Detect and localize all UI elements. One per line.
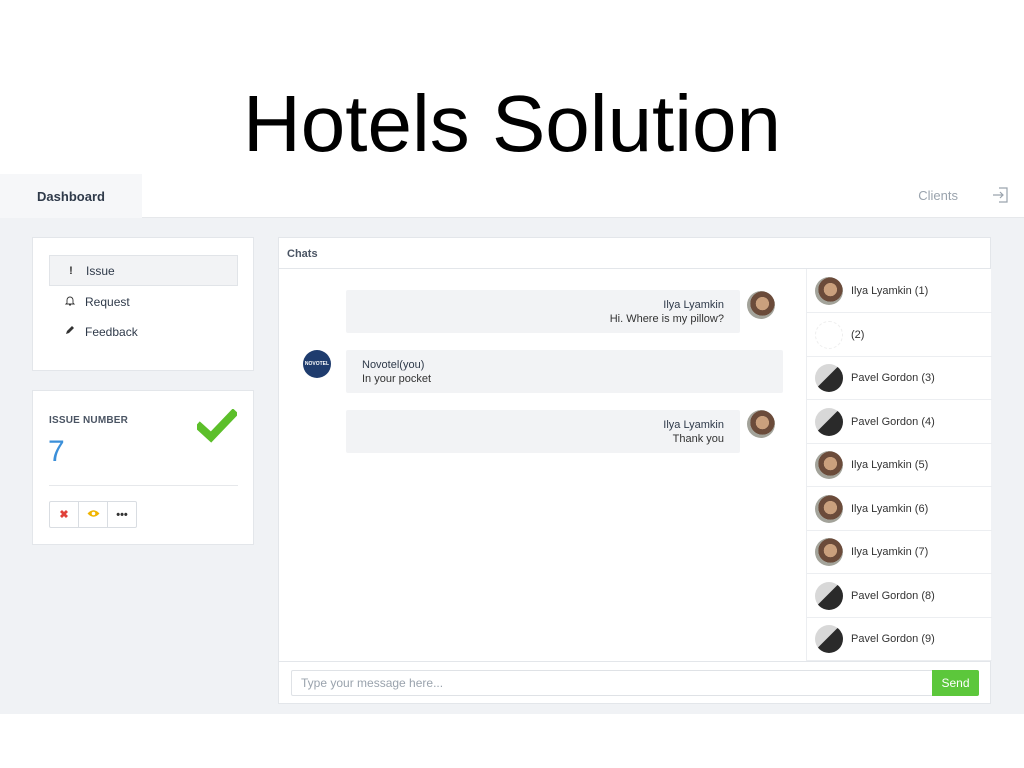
conversation-name: Ilya Lyamkin (6) bbox=[851, 502, 929, 515]
issue-number-value: 7 bbox=[48, 435, 65, 468]
message-text: Hi. Where is my pillow? bbox=[609, 313, 724, 325]
more-icon: ••• bbox=[116, 508, 128, 521]
bell-icon bbox=[63, 295, 77, 309]
list-item[interactable]: Ilya Lyamkin (5) bbox=[807, 443, 992, 487]
message-sender: Ilya Lyamkin bbox=[663, 419, 724, 431]
issue-actions: ✖ ••• bbox=[49, 501, 137, 528]
conversation-list: Ilya Lyamkin (1) (2) Pavel Gordon (3) Pa… bbox=[806, 269, 992, 661]
message-composer: Send bbox=[279, 661, 990, 703]
view-button[interactable] bbox=[78, 501, 108, 528]
close-button[interactable]: ✖ bbox=[49, 501, 79, 528]
chat-header: Chats bbox=[279, 238, 990, 269]
conversation-name: Pavel Gordon (9) bbox=[851, 632, 935, 645]
exclamation-icon: ! bbox=[69, 264, 73, 277]
chat-message: Novotel(you) In your pocket bbox=[346, 350, 783, 393]
pencil-icon bbox=[63, 325, 77, 338]
menu-item-label: Feedback bbox=[85, 324, 138, 339]
list-item[interactable]: Ilya Lyamkin (1) bbox=[807, 269, 992, 313]
avatar bbox=[747, 291, 775, 319]
avatar bbox=[815, 407, 843, 436]
checkmark-icon bbox=[194, 408, 239, 443]
logout-icon[interactable] bbox=[992, 186, 1010, 204]
avatar bbox=[747, 410, 775, 438]
avatar bbox=[815, 320, 843, 349]
chat-message: Ilya Lyamkin Hi. Where is my pillow? bbox=[346, 290, 740, 333]
list-item[interactable]: (2) bbox=[807, 313, 992, 357]
conversation-name: Pavel Gordon (8) bbox=[851, 589, 935, 602]
avatar bbox=[815, 494, 843, 523]
menu-item-label: Issue bbox=[86, 263, 115, 278]
avatar bbox=[815, 450, 843, 479]
list-item[interactable]: Pavel Gordon (4) bbox=[807, 400, 992, 444]
avatar bbox=[815, 624, 843, 653]
eye-icon bbox=[87, 509, 100, 521]
avatar bbox=[815, 537, 843, 566]
app-window: Dashboard Clients ! Issue Request Feedba… bbox=[0, 174, 1024, 714]
send-button[interactable]: Send bbox=[932, 670, 979, 696]
chat-message: Ilya Lyamkin Thank you bbox=[346, 410, 740, 453]
conversation-name: (2) bbox=[851, 328, 865, 341]
avatar bbox=[815, 276, 843, 305]
avatar bbox=[815, 581, 843, 610]
avatar bbox=[815, 363, 843, 392]
conversation-name: Ilya Lyamkin (7) bbox=[851, 545, 929, 558]
list-item[interactable]: Pavel Gordon (3) bbox=[807, 356, 992, 400]
message-text: In your pocket bbox=[362, 373, 432, 385]
menu-item-issue[interactable]: ! Issue bbox=[49, 255, 238, 286]
close-icon: ✖ bbox=[59, 509, 69, 521]
list-item[interactable]: Pavel Gordon (9) bbox=[807, 617, 992, 661]
issue-number-card: ISSUE NUMBER 7 ✖ ••• bbox=[32, 390, 254, 545]
list-item[interactable]: Pavel Gordon (8) bbox=[807, 574, 992, 618]
top-navbar: Dashboard Clients bbox=[0, 174, 1024, 218]
divider bbox=[49, 485, 238, 486]
conversation-name: Pavel Gordon (3) bbox=[851, 371, 935, 384]
menu-item-label: Request bbox=[85, 294, 130, 309]
chat-panel: Chats Ilya Lyamkin Hi. Where is my pillo… bbox=[278, 237, 992, 704]
conversation-name: Pavel Gordon (4) bbox=[851, 415, 935, 428]
message-sender: Novotel(you) bbox=[362, 359, 425, 371]
message-text: Thank you bbox=[672, 433, 724, 445]
menu-item-request[interactable]: Request bbox=[49, 286, 238, 317]
issue-type-menu: ! Issue Request Feedback bbox=[32, 237, 254, 371]
slide-title: Hotels Solution bbox=[242, 79, 782, 168]
list-item[interactable]: Ilya Lyamkin (6) bbox=[807, 487, 992, 531]
menu-item-feedback[interactable]: Feedback bbox=[49, 316, 238, 347]
nav-link-clients[interactable]: Clients bbox=[918, 188, 958, 203]
message-input[interactable] bbox=[291, 670, 933, 696]
conversation-name: Ilya Lyamkin (5) bbox=[851, 458, 929, 471]
tab-dashboard[interactable]: Dashboard bbox=[0, 174, 142, 218]
novotel-logo: NOVOTEL bbox=[303, 350, 331, 378]
more-button[interactable]: ••• bbox=[107, 501, 137, 528]
list-item[interactable]: Ilya Lyamkin (7) bbox=[807, 530, 992, 574]
issue-number-label: ISSUE NUMBER bbox=[49, 415, 129, 426]
message-sender: Ilya Lyamkin bbox=[663, 299, 724, 311]
conversation-name: Ilya Lyamkin (1) bbox=[851, 284, 929, 297]
